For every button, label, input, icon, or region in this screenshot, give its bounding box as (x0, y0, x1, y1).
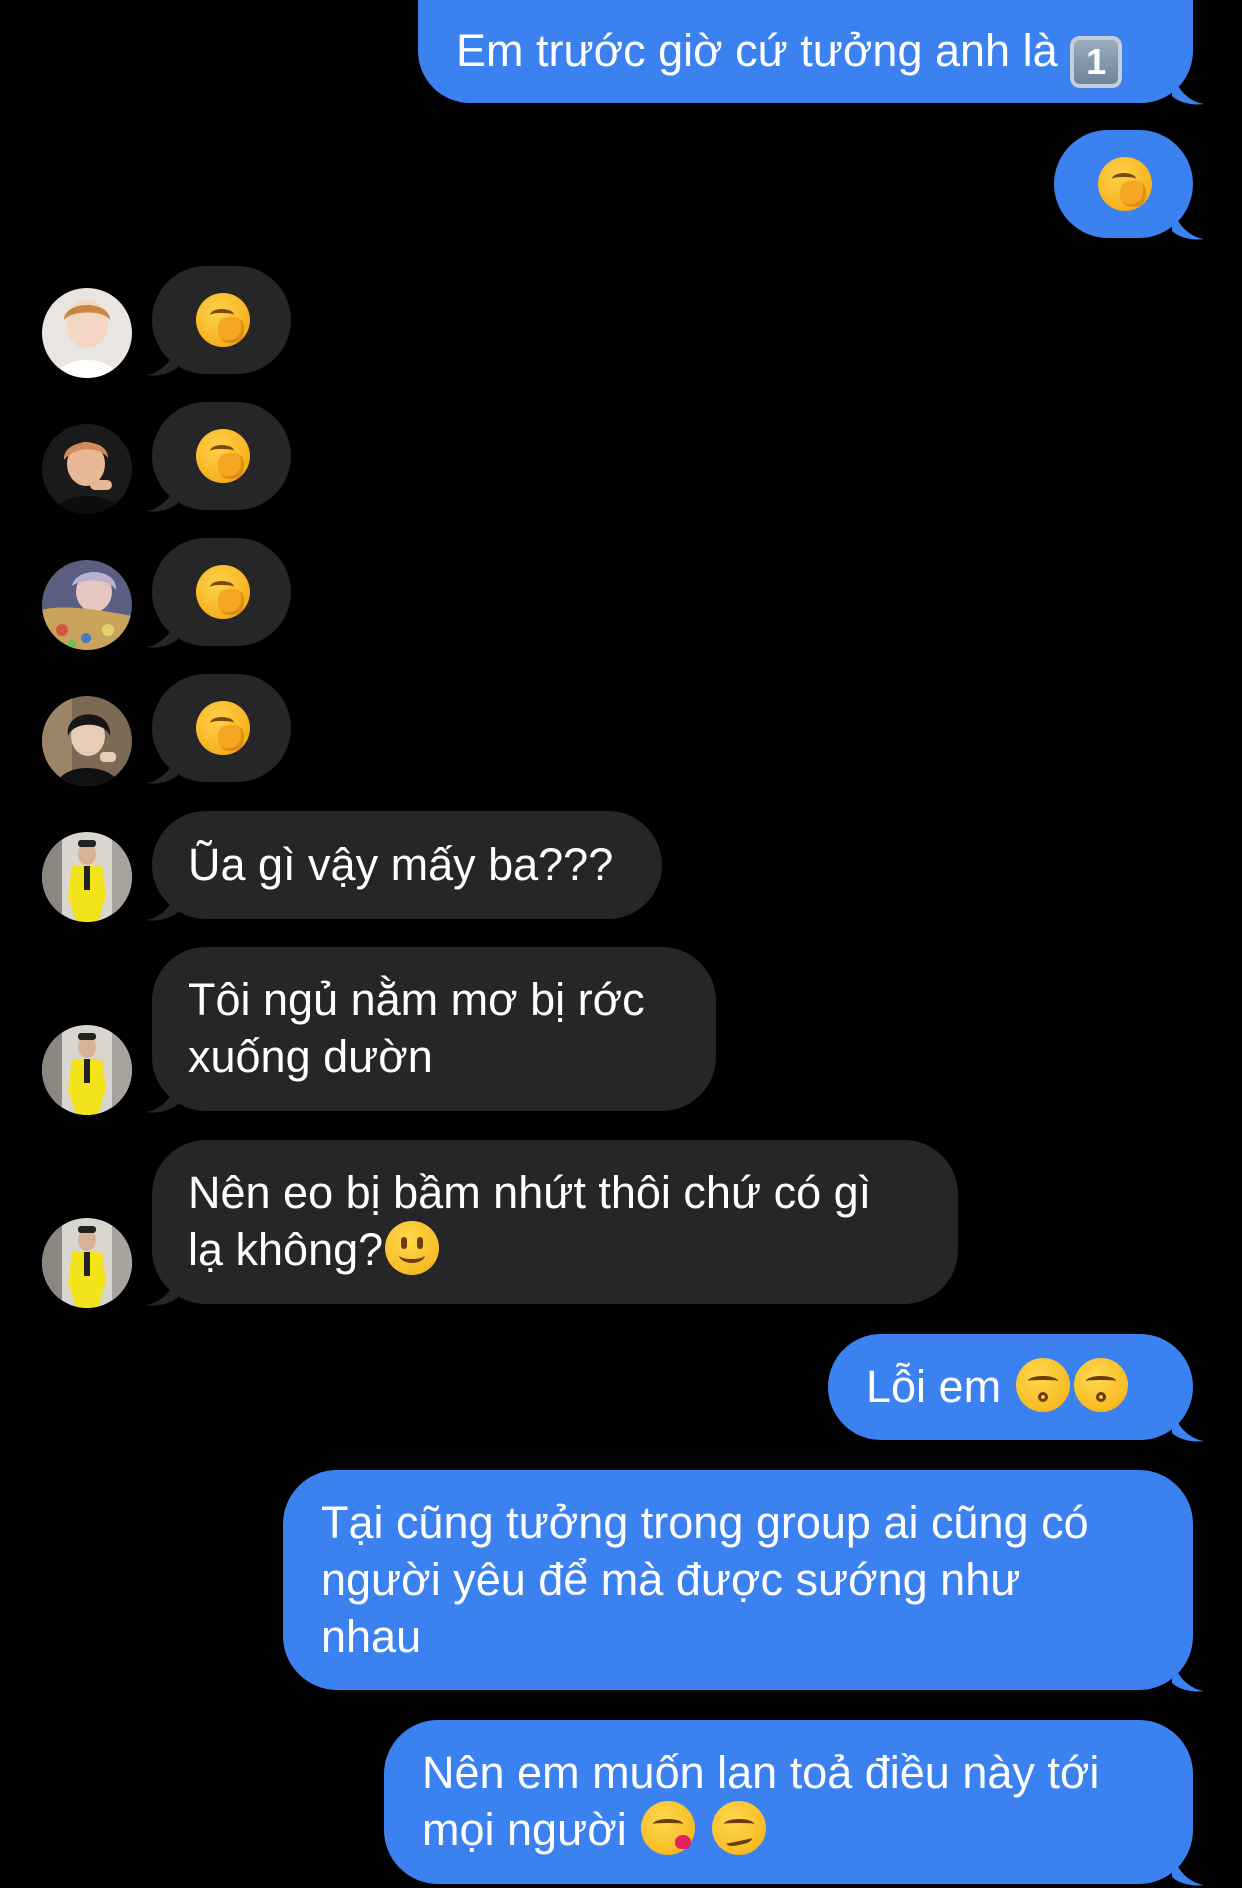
bubble-tail (1172, 1407, 1204, 1442)
face-blowing-kiss-icon (641, 1801, 696, 1855)
avatar[interactable] (42, 832, 132, 922)
slight-smile-icon (385, 1221, 440, 1275)
avatar[interactable] (42, 560, 132, 650)
message-text: Tại cũng tưởng trong group ai cũng có ng… (321, 1497, 1089, 1662)
avatar[interactable] (42, 696, 132, 786)
message-text: Tôi ngủ nằm mơ bị rớc xuống dườn (188, 974, 645, 1082)
hand-over-mouth-icon (196, 293, 250, 347)
kissing-closed-eyes-icon (1015, 1358, 1070, 1412)
outgoing-message[interactable]: Em trước giờ cứ tưởng anh là 1 (418, 0, 1193, 103)
keycap-one-icon: 1 (1070, 36, 1123, 88)
bubble-tail (1172, 1851, 1204, 1886)
bubble-tail (1172, 205, 1204, 240)
bubble-tail (146, 613, 178, 648)
hand-over-mouth-icon (196, 701, 250, 755)
message-thread: Em trước giờ cứ tưởng anh là 1 Ũa gì vậy… (0, 0, 1242, 1888)
kissing-closed-eyes-icon (1073, 1358, 1128, 1412)
avatar[interactable] (42, 288, 132, 378)
message-text: Nên eo bị bầm nhứt thôi chứ có gì lạ khô… (188, 1167, 872, 1275)
bubble-tail (146, 749, 178, 784)
outgoing-message[interactable]: Nên em muốn lan toả điều này tới mọi ngư… (384, 1720, 1193, 1884)
bubble-tail (146, 886, 178, 921)
message-text: Em trước giờ cứ tưởng anh là (456, 25, 1058, 76)
bubble-tail (146, 1271, 178, 1306)
message-text: Ũa gì vậy mấy ba??? (188, 839, 614, 890)
hand-over-mouth-icon (196, 429, 250, 483)
bubble-tail (146, 341, 178, 376)
woozy-face-icon (711, 1801, 766, 1855)
incoming-message[interactable]: Tôi ngủ nằm mơ bị rớc xuống dườn (152, 947, 716, 1111)
hand-over-mouth-icon (1098, 157, 1152, 211)
incoming-message[interactable]: Nên eo bị bầm nhứt thôi chứ có gì lạ khô… (152, 1140, 958, 1304)
bubble-tail (146, 1078, 178, 1113)
bubble-tail (146, 477, 178, 512)
avatar[interactable] (42, 424, 132, 514)
avatar[interactable] (42, 1025, 132, 1115)
hand-over-mouth-icon (196, 565, 250, 619)
outgoing-message[interactable]: Lỗi em (828, 1334, 1193, 1440)
incoming-message[interactable]: Ũa gì vậy mấy ba??? (152, 811, 662, 919)
message-text: Lỗi em (866, 1361, 1002, 1412)
outgoing-message[interactable]: Tại cũng tưởng trong group ai cũng có ng… (283, 1470, 1193, 1690)
bubble-tail (1172, 1657, 1204, 1692)
avatar[interactable] (42, 1218, 132, 1308)
bubble-tail (1172, 70, 1204, 105)
